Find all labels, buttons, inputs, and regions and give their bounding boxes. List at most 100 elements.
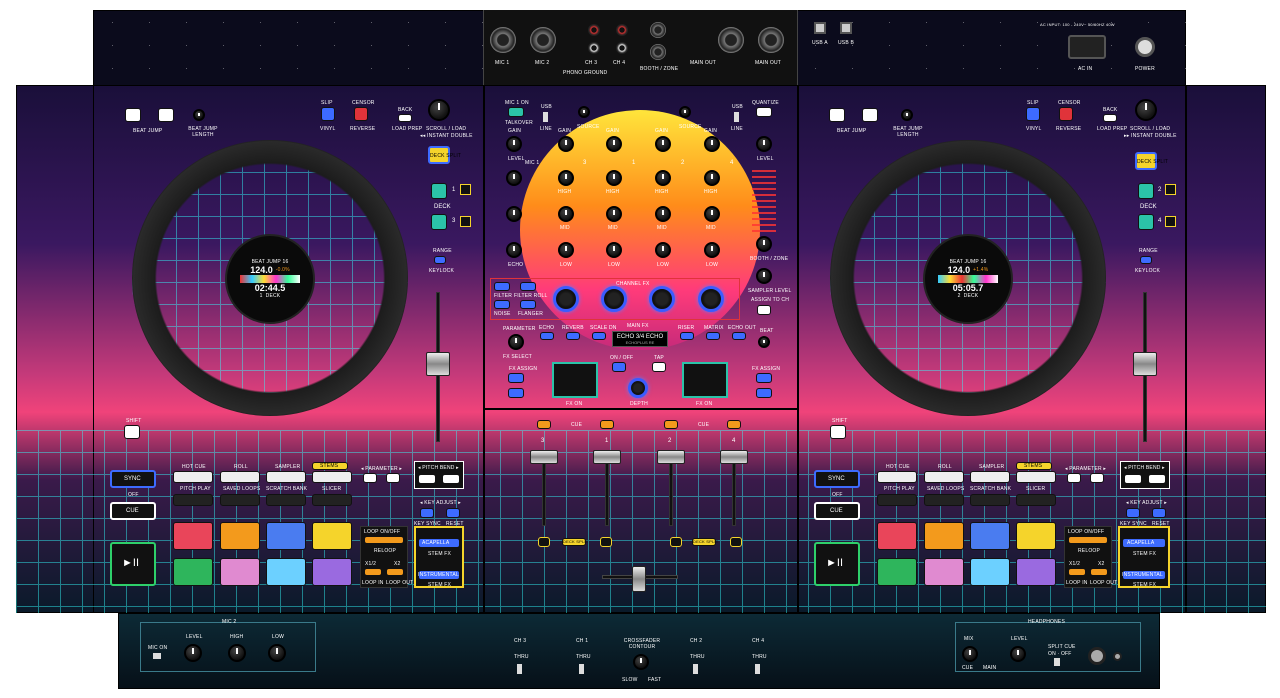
left-mode-sub-1[interactable] (173, 494, 213, 506)
ch2-mid-knob[interactable] (655, 206, 671, 222)
crossfader-contour-knob[interactable] (633, 654, 649, 670)
main-fx-riser-button[interactable] (680, 332, 694, 340)
ch3-rca-r[interactable] (588, 24, 600, 36)
right-pad-3[interactable] (970, 522, 1010, 550)
left-sampler-button[interactable] (266, 471, 306, 483)
right-grid-button[interactable] (730, 537, 742, 547)
fx-filter-button[interactable] (494, 282, 510, 291)
left-beat-jump-fwd-button[interactable] (158, 108, 174, 122)
left-range-button[interactable] (434, 256, 446, 264)
ch4-fx-knob[interactable] (698, 286, 724, 312)
right-loop-button[interactable] (1068, 536, 1108, 544)
split-cue-switch[interactable] (1054, 658, 1060, 666)
left-grid-button[interactable] (538, 537, 550, 547)
right-hot-cue-button[interactable] (877, 471, 917, 483)
ch2-channel-fader[interactable] (657, 450, 685, 464)
left-pad-4[interactable] (312, 522, 352, 550)
left-stems-button[interactable] (312, 471, 352, 483)
usb-b-port[interactable] (840, 22, 852, 34)
mic-on-switch[interactable] (153, 653, 161, 659)
left-mode-sub-2[interactable] (220, 494, 260, 506)
main-fx-echo-button[interactable] (540, 332, 554, 340)
left-pad-3[interactable] (266, 522, 306, 550)
main-fx-echo-out-button[interactable] (732, 332, 746, 340)
right-pad-6[interactable] (924, 558, 964, 586)
ch1-channel-fader[interactable] (593, 450, 621, 464)
right-pen-button[interactable] (670, 537, 682, 547)
left-loop-button[interactable] (364, 536, 404, 544)
crossfader[interactable] (632, 566, 646, 592)
right-beat-jump-back-button[interactable] (829, 108, 845, 122)
right-mode-sub-3[interactable] (970, 494, 1010, 506)
left-mode-sub-3[interactable] (266, 494, 306, 506)
right-param-left-button[interactable] (1067, 473, 1081, 483)
ch4-channel-fader[interactable] (720, 450, 748, 464)
ch1-cue-button[interactable] (600, 420, 614, 429)
left-pad-5[interactable] (173, 558, 213, 586)
ch2-low-knob[interactable] (655, 242, 671, 258)
left-usb-line-switch[interactable] (543, 112, 548, 122)
right-beat-jump-length-knob[interactable] (901, 109, 913, 121)
right-deck2-button[interactable] (1138, 183, 1154, 199)
ch3-low-knob[interactable] (558, 242, 574, 258)
fx-assign-right-2[interactable] (756, 388, 772, 398)
right-mode-sub-1[interactable] (877, 494, 917, 506)
ch2-assign-switch[interactable] (693, 664, 698, 674)
left-beat-jump-length-knob[interactable] (193, 109, 205, 121)
hp-level-knob[interactable] (1010, 646, 1026, 662)
left-hot-cue-button[interactable] (173, 471, 213, 483)
left-pitch-bend-minus-button[interactable] (418, 474, 436, 484)
right-stems-button[interactable] (1016, 471, 1056, 483)
fx-onoff-button[interactable] (612, 362, 626, 372)
ch1-mid-knob[interactable] (606, 206, 622, 222)
fx-assign-right-1[interactable] (756, 373, 772, 383)
ch3-assign-switch[interactable] (517, 664, 522, 674)
left-browse-knob[interactable] (428, 99, 450, 121)
fx-noise-button[interactable] (494, 300, 510, 309)
left-deck1-button[interactable] (431, 183, 447, 199)
right-censor-button[interactable] (1059, 107, 1073, 121)
right-source-knob[interactable] (679, 106, 691, 118)
mic1-gain-knob[interactable] (506, 136, 522, 152)
mic2-level-knob[interactable] (184, 644, 202, 662)
right-pad-4[interactable] (1016, 522, 1056, 550)
mic1-low-knob[interactable] (506, 206, 522, 222)
left-deck3-button[interactable] (431, 214, 447, 230)
ch3-cue-button[interactable] (537, 420, 551, 429)
right-pitch-bend-plus-button[interactable] (1148, 474, 1166, 484)
right-shift-button[interactable] (830, 425, 846, 439)
headphone-jack-small[interactable] (1113, 652, 1122, 661)
ch3-gain-knob[interactable] (558, 136, 574, 152)
fx-parameter-knob[interactable] (508, 334, 524, 350)
left-param-right-button[interactable] (386, 473, 400, 483)
left-loop-in-button[interactable] (364, 568, 382, 576)
sampler-assign-button[interactable] (757, 305, 771, 315)
right-pitch-fader[interactable] (1133, 352, 1157, 376)
ch3-channel-fader[interactable] (530, 450, 558, 464)
left-slip-button[interactable] (321, 107, 335, 121)
right-pitch-bend-minus-button[interactable] (1124, 474, 1142, 484)
hp-mix-knob[interactable] (962, 646, 978, 662)
left-pad-6[interactable] (220, 558, 260, 586)
mic2-jack[interactable] (530, 27, 556, 53)
booth-level-knob[interactable] (756, 236, 772, 252)
left-pad-8[interactable] (312, 558, 352, 586)
ch4-gain-knob[interactable] (704, 136, 720, 152)
right-browse-knob[interactable] (1135, 99, 1157, 121)
left-pad-2[interactable] (220, 522, 260, 550)
ch4-assign-switch[interactable] (755, 664, 760, 674)
left-pad-7[interactable] (266, 558, 306, 586)
right-roll-button[interactable] (924, 471, 964, 483)
left-source-knob[interactable] (578, 106, 590, 118)
mic1-echo-knob[interactable] (506, 242, 522, 258)
ch4-low-knob[interactable] (704, 242, 720, 258)
left-pitch-fader[interactable] (426, 352, 450, 376)
left-back-button[interactable] (398, 114, 412, 122)
quantize-button[interactable] (756, 107, 772, 117)
ch1-gain-knob[interactable] (606, 136, 622, 152)
right-beat-jump-fwd-button[interactable] (862, 108, 878, 122)
right-usb-line-switch[interactable] (734, 112, 739, 122)
right-key-sync-button[interactable] (1126, 508, 1140, 518)
right-pad-2[interactable] (924, 522, 964, 550)
ch4-high-knob[interactable] (704, 170, 720, 186)
